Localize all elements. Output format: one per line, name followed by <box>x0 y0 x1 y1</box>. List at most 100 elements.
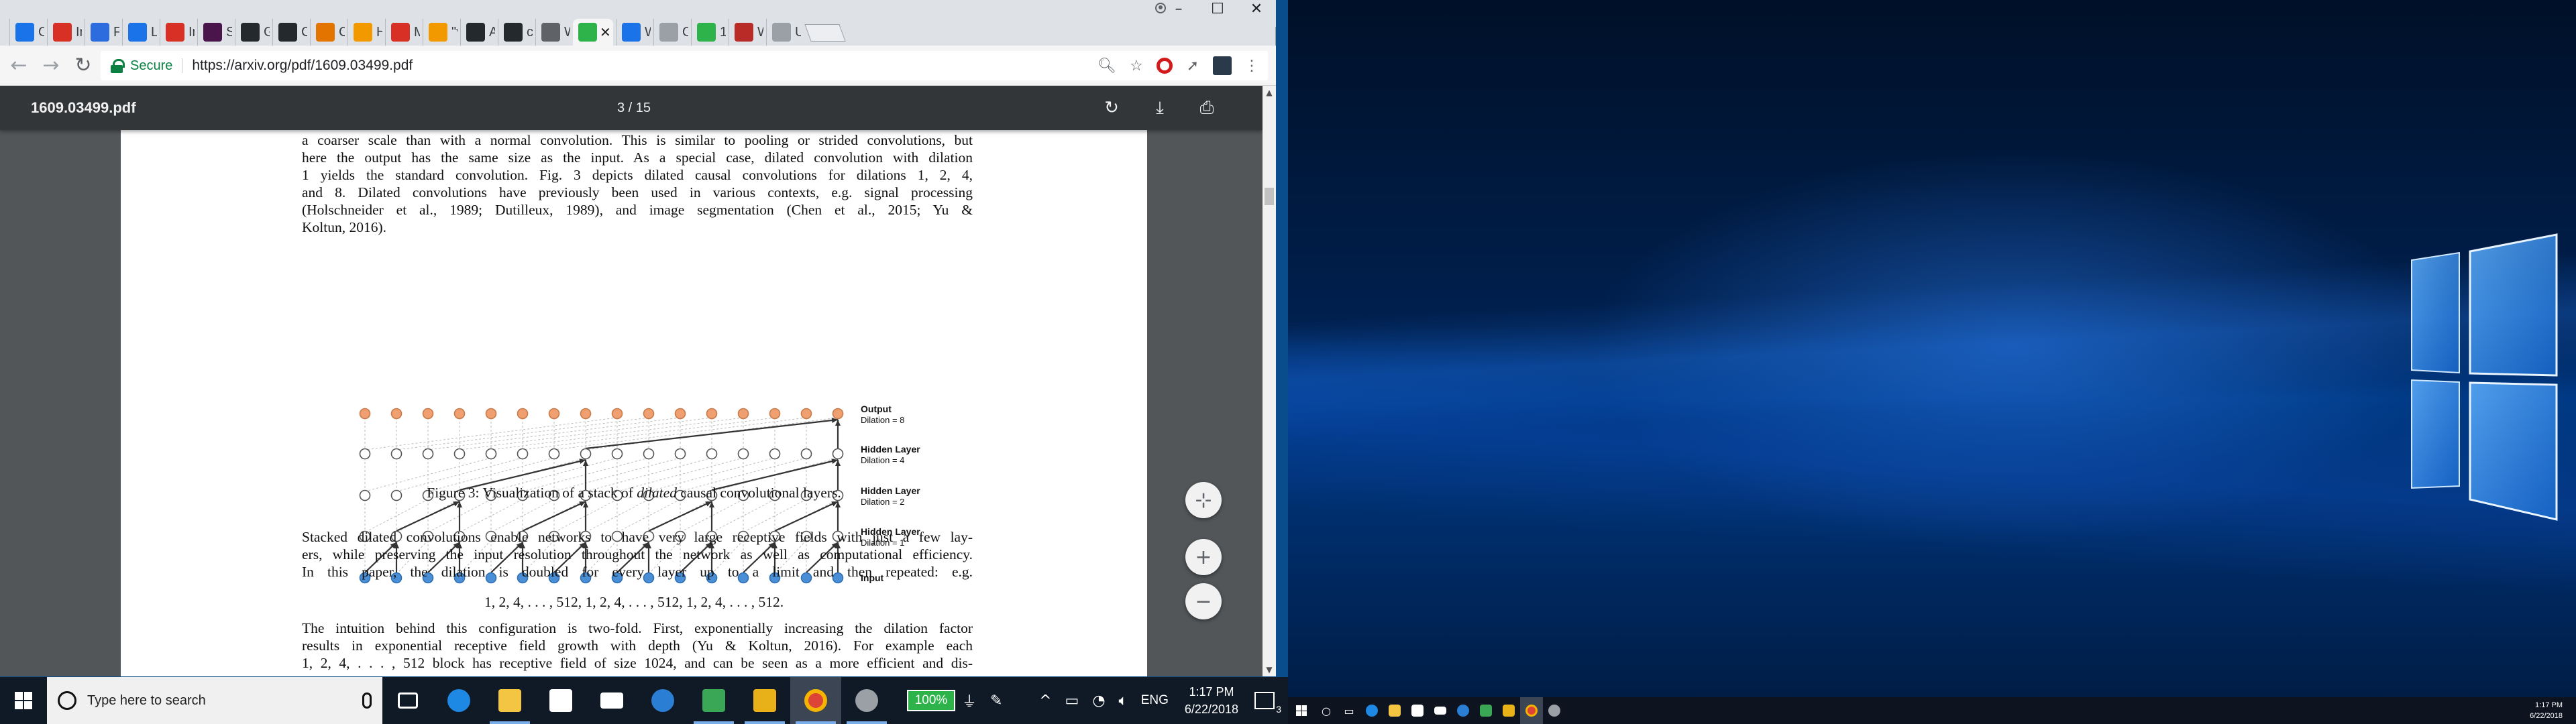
secondary-slack-button[interactable] <box>1497 697 1520 724</box>
taskbar-edge[interactable] <box>433 677 484 724</box>
start-button[interactable] <box>0 677 47 724</box>
scrollbar-thumb[interactable] <box>1265 188 1274 205</box>
browser-tab[interactable]: Fu <box>85 19 119 46</box>
browser-tab[interactable]: Inl <box>47 19 82 46</box>
cursor-extension-icon[interactable]: ➚ <box>1183 56 1202 75</box>
scroll-up-icon[interactable]: ▲ <box>1263 86 1276 99</box>
network-icon[interactable]: ▭ <box>1065 692 1079 709</box>
secondary-bird-app-button[interactable] <box>1543 697 1566 724</box>
rotate-icon[interactable]: ↻ <box>1100 97 1123 119</box>
tray-expand-icon[interactable]: ^ <box>1039 692 1051 709</box>
secondary-clock[interactable]: 1:17 PM 6/22/2018 <box>2530 700 2563 721</box>
fit-page-button[interactable]: ⊹ <box>1185 482 1222 518</box>
print-icon[interactable]: ⎙ <box>1195 97 1218 119</box>
taskbar-store[interactable] <box>535 677 586 724</box>
browser-tab[interactable]: He <box>347 19 382 46</box>
quora-icon <box>735 23 753 42</box>
pdf-tool-icon-secondary <box>1480 705 1492 717</box>
zoom-icon[interactable]: 🔍︎ <box>1097 56 1116 75</box>
window-controls: – ☐ ✕ <box>1159 0 1276 19</box>
volume-icon[interactable]: 🔈︎ <box>1119 692 1128 709</box>
microphone-icon[interactable] <box>362 692 372 709</box>
menu-icon[interactable]: ⋮ <box>1242 56 1261 75</box>
scroll-down-icon[interactable]: ▼ <box>1263 663 1276 676</box>
browser-tab[interactable]: W <box>535 19 570 46</box>
taskbar-mail[interactable] <box>586 677 637 724</box>
secondary-explorer-button[interactable] <box>1383 697 1406 724</box>
arxiv-icon <box>697 23 716 42</box>
taskbar-file-explorer[interactable] <box>484 677 535 724</box>
secondary-store-button[interactable] <box>1406 697 1429 724</box>
battery-indicator[interactable]: 100% ⏚ ✎ <box>907 677 1009 724</box>
clock-time: 1:17 PM <box>1189 685 1234 699</box>
taskbar-slack[interactable] <box>739 677 790 724</box>
secondary-mail-button[interactable] <box>1429 697 1452 724</box>
secondary-edge-button[interactable] <box>1360 697 1383 724</box>
dark-extension-icon[interactable] <box>1213 56 1232 75</box>
browser-tab[interactable]: Cr <box>272 19 307 46</box>
opera-extension-icon[interactable] <box>1157 58 1173 74</box>
browser-tab[interactable]: O <box>653 19 688 46</box>
secondary-chrome-button[interactable] <box>1520 697 1543 724</box>
back-button[interactable]: ← <box>5 52 32 79</box>
secondary-ie-button[interactable] <box>1452 697 1474 724</box>
new-tab-button[interactable] <box>804 24 846 42</box>
browser-tab[interactable]: La <box>122 19 157 46</box>
secondary-start-button[interactable] <box>1288 697 1315 724</box>
secondary-green-app-button[interactable] <box>1474 697 1497 724</box>
tab-label: W <box>645 25 651 40</box>
taskbar-ie[interactable] <box>637 677 688 724</box>
mail-icon <box>600 692 623 709</box>
hidden-node <box>580 448 592 460</box>
browser-tab[interactable]: 17 <box>691 19 726 46</box>
browser-tab[interactable]: W <box>729 19 763 46</box>
reload-button[interactable]: ↻ <box>70 52 97 79</box>
pdf-page-indicator[interactable]: 3 / 15 <box>617 101 651 116</box>
url-text[interactable]: https://arxiv.org/pdf/1609.03499.pdf <box>192 58 1087 74</box>
browser-tab[interactable]: W <box>616 19 651 46</box>
tab-label: M <box>414 25 420 40</box>
close-window-button[interactable]: ✕ <box>1237 0 1276 17</box>
address-bar[interactable]: Secure https://arxiv.org/pdf/1609.03499.… <box>101 51 1268 80</box>
clock[interactable]: 1:17 PM 6/22/2018 <box>1185 683 1238 718</box>
browser-tab[interactable]: "v <box>423 19 458 46</box>
minimize-button[interactable]: – <box>1159 0 1198 17</box>
zoom-out-button[interactable]: − <box>1185 583 1222 619</box>
taskbar-chrome[interactable] <box>790 677 841 724</box>
wifi-icon[interactable]: ◔ <box>1092 692 1105 709</box>
browser-tab[interactable]: Ac <box>460 19 495 46</box>
forward-button[interactable]: → <box>38 52 64 79</box>
close-tab-icon[interactable]: ✕ <box>600 24 611 40</box>
pdf-page: a coarser scale than with a normal convo… <box>121 130 1147 676</box>
maximize-button[interactable]: ☐ <box>1198 0 1237 17</box>
tab-label: Cr <box>301 25 307 40</box>
browser-tab[interactable]: cri <box>498 19 533 46</box>
chrome-icon <box>804 689 827 712</box>
task-view-button[interactable] <box>382 677 433 724</box>
browser-tab[interactable]: Co <box>310 19 345 46</box>
browser-tab[interactable]: Ur <box>766 19 801 46</box>
browser-tab[interactable]: Sl <box>197 19 232 46</box>
secondary-cortana-icon[interactable]: ○ <box>1315 697 1338 724</box>
taskbar-app-bird[interactable] <box>841 677 892 724</box>
download-icon[interactable]: ⤓ <box>1148 97 1171 119</box>
browser-tab[interactable]: Gi <box>235 19 270 46</box>
browser-tab[interactable]: M <box>385 19 420 46</box>
browser-tab[interactable]: Ou <box>9 19 44 46</box>
secondary-task-view-icon[interactable]: ▭ <box>1338 697 1360 724</box>
taskbar-search[interactable]: Type here to search <box>47 677 382 724</box>
browser-tab[interactable]: ✕ <box>573 19 613 46</box>
language-indicator[interactable]: ENG <box>1141 693 1169 708</box>
output-node <box>548 408 560 420</box>
notification-icon[interactable]: 3 <box>1254 692 1281 715</box>
page-scrollbar[interactable]: ▲ ▼ <box>1263 86 1276 676</box>
browser-tab[interactable]: Inl <box>160 19 195 46</box>
bookmark-star-icon[interactable]: ☆ <box>1127 56 1146 75</box>
hidden-node <box>706 448 718 460</box>
pen-icon[interactable]: ✎ <box>990 692 1002 709</box>
output-node <box>611 408 623 420</box>
text-line: 1 yields the standard convolution. Fig. … <box>302 167 973 183</box>
zoom-in-button[interactable]: + <box>1185 539 1222 575</box>
taskbar-app-green[interactable] <box>688 677 739 724</box>
ie-icon <box>651 689 674 712</box>
